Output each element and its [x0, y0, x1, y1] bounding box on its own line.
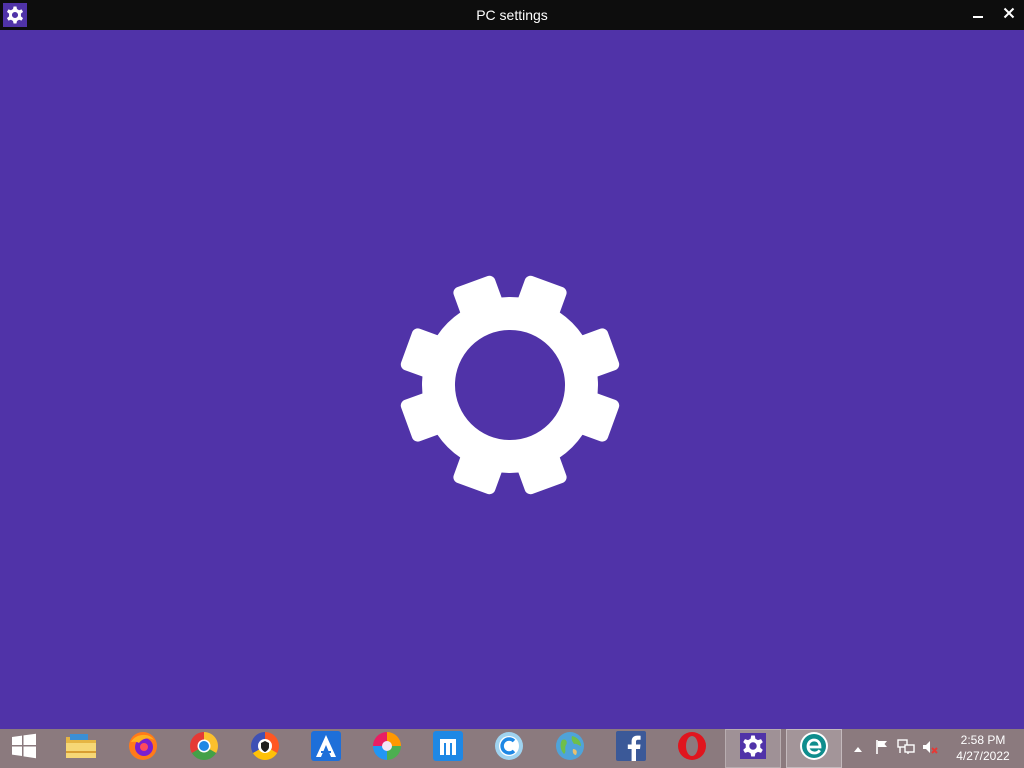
show-hidden-icons-button[interactable]	[848, 739, 868, 759]
minimize-button[interactable]	[963, 0, 993, 30]
flag-icon	[874, 739, 890, 760]
window-title: PC settings	[476, 7, 548, 23]
globe-icon	[554, 730, 586, 767]
taskbar-a-browser[interactable]	[298, 729, 354, 768]
a-browser-icon	[310, 730, 342, 767]
shield-browser-icon	[249, 730, 281, 767]
taskbar-file-explorer[interactable]	[53, 729, 109, 768]
taskbar-eset[interactable]	[786, 729, 842, 768]
close-icon	[1003, 6, 1015, 24]
system-clock[interactable]: 2:58 PM 4/27/2022	[944, 732, 1022, 764]
gear-icon	[738, 731, 768, 766]
start-button[interactable]	[0, 729, 48, 768]
network-icon	[897, 738, 915, 760]
volume-muted-icon	[921, 739, 939, 760]
taskbar-shield-browser[interactable]	[237, 729, 293, 768]
swirl-browser-icon	[371, 730, 403, 767]
taskbar-firefox[interactable]	[115, 729, 171, 768]
maxthon-icon	[432, 730, 464, 767]
facebook-icon	[615, 730, 647, 767]
network-button[interactable]	[896, 738, 916, 760]
c-browser-icon	[492, 730, 526, 767]
chrome-icon	[188, 730, 220, 767]
settings-splash	[0, 30, 1024, 729]
clock-date: 4/27/2022	[956, 749, 1010, 763]
taskbar-chrome[interactable]	[176, 729, 232, 768]
opera-icon	[676, 730, 708, 767]
taskbar: 2:58 PM 4/27/2022	[0, 729, 1024, 768]
clock-time: 2:58 PM	[960, 733, 1006, 747]
title-bar: PC settings	[0, 0, 1024, 30]
gear-icon	[400, 275, 620, 495]
minimize-icon	[972, 6, 984, 24]
volume-button[interactable]	[920, 739, 940, 759]
taskbar-opera[interactable]	[664, 729, 720, 768]
taskbar-swirl-browser[interactable]	[359, 729, 415, 768]
chevron-up-icon	[853, 740, 863, 758]
close-button[interactable]	[994, 0, 1024, 30]
firefox-icon	[127, 730, 159, 767]
folder-icon	[64, 731, 98, 766]
taskbar-c-browser[interactable]	[481, 729, 537, 768]
eset-icon	[798, 730, 830, 767]
taskbar-globe-browser[interactable]	[542, 729, 598, 768]
taskbar-facebook[interactable]	[603, 729, 659, 768]
action-center-button[interactable]	[872, 739, 892, 759]
windows-logo-icon	[11, 733, 37, 764]
taskbar-pc-settings[interactable]	[725, 729, 781, 768]
taskbar-maxthon[interactable]	[420, 729, 476, 768]
